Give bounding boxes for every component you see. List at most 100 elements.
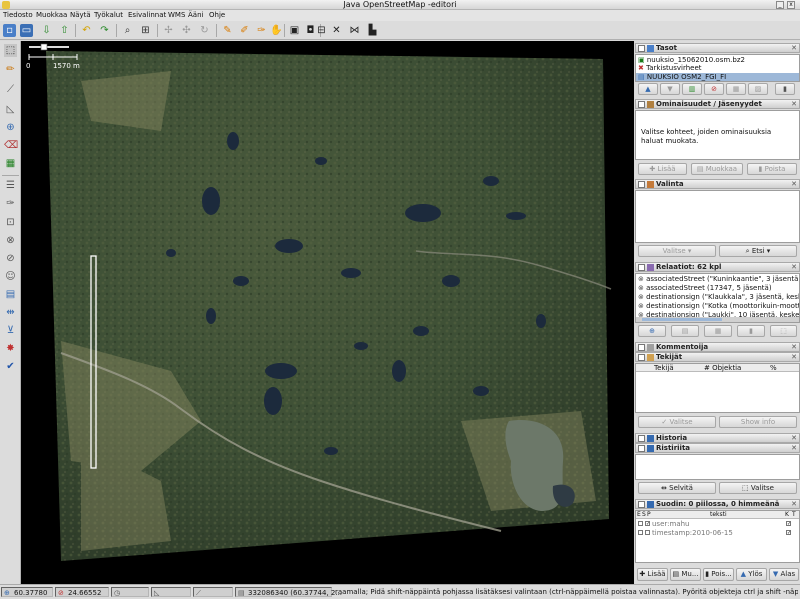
move-down-icon[interactable]: ▼ <box>660 83 680 95</box>
relations-panel-header[interactable]: Relaatiot: 62 kpl ✕ <box>635 262 800 272</box>
filter-down-button[interactable]: ▼ Alas <box>769 568 799 581</box>
minimize-icon[interactable] <box>638 501 645 508</box>
minimize-icon[interactable] <box>638 445 645 452</box>
filter-toggle-icon[interactable]: ⊻ <box>4 324 17 337</box>
filter-up-button[interactable]: ▲ Ylös <box>736 568 767 581</box>
close-icon[interactable]: ✕ <box>791 263 797 272</box>
select-relation-icon[interactable]: ⬚ <box>770 325 797 337</box>
filter-col-t[interactable]: T <box>792 511 796 519</box>
close-icon[interactable]: ✕ <box>791 500 797 509</box>
filter-delete-button[interactable]: ▮ Pois... <box>703 568 734 581</box>
relation-row[interactable]: ⊗ destinationsign ("Klaukkala", 3 jäsent… <box>638 293 799 301</box>
menu-tools[interactable]: Työkalut <box>94 11 123 20</box>
undo-icon[interactable]: ↶ <box>80 24 93 37</box>
conflict-panel-header[interactable]: Ristiriita ✕ <box>635 443 800 453</box>
bridge-icon[interactable]: ⋈ <box>348 24 361 37</box>
checkbox[interactable]: ✓ <box>786 521 791 527</box>
check-toggle-icon[interactable]: ✔ <box>4 360 17 373</box>
delete-relation-icon[interactable]: ▮ <box>737 325 765 337</box>
hand-icon[interactable]: ✋ <box>270 24 283 37</box>
authors-panel-header[interactable]: Tekijät ✕ <box>635 352 800 362</box>
crossing-icon[interactable]: ✕ <box>330 24 343 37</box>
relations-list[interactable]: ⊗ associatedStreet ("Kuninkaantie", 3 jä… <box>635 273 800 323</box>
conflict-select-button[interactable]: ⬚ Valitse <box>719 482 797 494</box>
relations-toggle-icon[interactable]: ⊗ <box>4 234 17 247</box>
authors-table[interactable]: Tekijä # Objektia % <box>635 363 800 413</box>
comments-panel-header[interactable]: Kommentoija ✕ <box>635 342 800 352</box>
menu-view[interactable]: Näytä <box>70 11 91 20</box>
open-icon[interactable]: ▭ <box>20 24 33 37</box>
upload-icon[interactable]: ⇧ <box>58 24 71 37</box>
relation-row[interactable]: ⊗ destinationsign ("Kotka (moottorikuin-… <box>638 302 799 310</box>
close-icon[interactable]: ✕ <box>791 434 797 443</box>
checkbox[interactable] <box>638 521 643 526</box>
selection-list[interactable] <box>635 190 800 243</box>
properties-panel-header[interactable]: Ominaisuudet / Jäsenyydet ✕ <box>635 99 800 109</box>
new-relation-icon[interactable]: ⊕ <box>638 325 666 337</box>
railway-icon[interactable]: ⊟ <box>315 24 328 37</box>
properties-toggle-icon[interactable]: ✑ <box>4 197 17 210</box>
layers-list[interactable]: ▣ nuuksio_15062010.osm.bz2 ✖ Tarkistusvi… <box>635 54 800 82</box>
minimize-icon[interactable] <box>638 435 645 442</box>
properties-area[interactable]: Valitse kohteet, joiden ominaisuuksia ha… <box>635 110 800 160</box>
add-property-button[interactable]: ✚ Lisää <box>638 163 687 175</box>
zoom-icon[interactable]: ⊞ <box>139 24 152 37</box>
delete-layer-icon[interactable]: ▮ <box>775 83 795 95</box>
checkbox[interactable]: ✓ <box>645 521 650 527</box>
layer-row-selected[interactable]: ▤ NUUKSIO OSM2_FGI_FI <box>636 73 799 81</box>
conflict-list[interactable] <box>635 454 800 480</box>
authors-select-button[interactable]: ✓ Valitse <box>638 416 716 428</box>
relation-row[interactable]: ⊗ associatedStreet (17347, 5 jäsentä) <box>638 284 772 292</box>
selection-toggle-icon[interactable]: ⊡ <box>4 216 17 229</box>
relation-row[interactable]: ⊗ associatedStreet ("Kuninkaantie", 3 jä… <box>638 275 799 283</box>
filter-table[interactable]: E S P teksti K T ✓ user:mahu ✓ timestamp… <box>635 510 800 563</box>
filter-col-p[interactable]: P <box>647 511 651 519</box>
minimize-icon[interactable] <box>638 344 645 351</box>
minimize-icon[interactable] <box>638 354 645 361</box>
reverse-way-icon[interactable]: ↻ <box>198 24 211 37</box>
layer-row[interactable]: ▣ nuuksio_15062010.osm.bz2 <box>638 56 745 64</box>
close-icon[interactable]: x <box>787 1 795 9</box>
aerial-imagery[interactable] <box>21 41 634 584</box>
duplicate-relation-icon[interactable]: ▦ <box>704 325 732 337</box>
filter-col-text[interactable]: teksti <box>710 511 727 519</box>
authors-col-percent[interactable]: % <box>770 364 777 372</box>
menu-wms[interactable]: WMS <box>168 11 185 20</box>
new-icon[interactable]: ▫ <box>3 24 16 37</box>
filter-edit-button[interactable]: ▤ Mu... <box>670 568 701 581</box>
menu-edit[interactable]: Muokkaa <box>36 11 67 20</box>
area-tool-icon[interactable]: ◺ <box>4 103 17 116</box>
authors-col-author[interactable]: Tekijä <box>654 364 674 372</box>
orthogonal-icon[interactable]: ✐ <box>238 24 251 37</box>
checkbox[interactable] <box>638 530 643 535</box>
move-up-icon[interactable]: ▲ <box>638 83 658 95</box>
download-icon[interactable]: ⇩ <box>40 24 53 37</box>
close-icon[interactable]: ✕ <box>791 100 797 109</box>
close-icon[interactable]: ✕ <box>791 444 797 453</box>
menu-audio[interactable]: Ääni <box>188 11 203 20</box>
align-icon[interactable]: ✎ <box>221 24 234 37</box>
delete-tool-icon[interactable]: ⌫ <box>4 139 18 152</box>
zoom-tool-icon[interactable]: ⊕ <box>4 121 17 134</box>
search-button[interactable]: ⌕ Etsi ▾ <box>719 245 797 257</box>
filter-col-s[interactable]: S <box>642 511 646 519</box>
history-panel-header[interactable]: Historia ✕ <box>635 433 800 443</box>
close-icon[interactable]: ✕ <box>791 180 797 189</box>
filter-col-k[interactable]: K <box>785 511 789 519</box>
conflict-toggle-icon[interactable]: ⇹ <box>4 306 17 319</box>
measure-tool-icon[interactable]: ⟋ <box>4 83 17 96</box>
merge-icon[interactable]: ▦ <box>726 83 746 95</box>
duplicate-icon[interactable]: ▨ <box>748 83 768 95</box>
layer-row[interactable]: ✖ Tarkistusvirheet <box>638 64 702 72</box>
extrude-tool-icon[interactable]: ▦ <box>4 157 17 170</box>
select-button[interactable]: Valitse ▾ <box>638 245 716 257</box>
horizontal-scrollbar[interactable] <box>636 317 799 322</box>
comments-toggle-icon[interactable]: ⊘ <box>4 252 17 265</box>
industry-icon[interactable]: ▙ <box>366 24 379 37</box>
minimize-icon[interactable] <box>638 45 645 52</box>
history-toggle-icon[interactable]: ▤ <box>4 288 17 301</box>
visibility-icon[interactable]: ⊘ <box>704 83 724 95</box>
simplify-icon[interactable]: ✑ <box>255 24 268 37</box>
preferences-icon[interactable]: ⌕ <box>121 24 134 37</box>
map-view[interactable]: 0 1570 m <box>21 41 634 584</box>
